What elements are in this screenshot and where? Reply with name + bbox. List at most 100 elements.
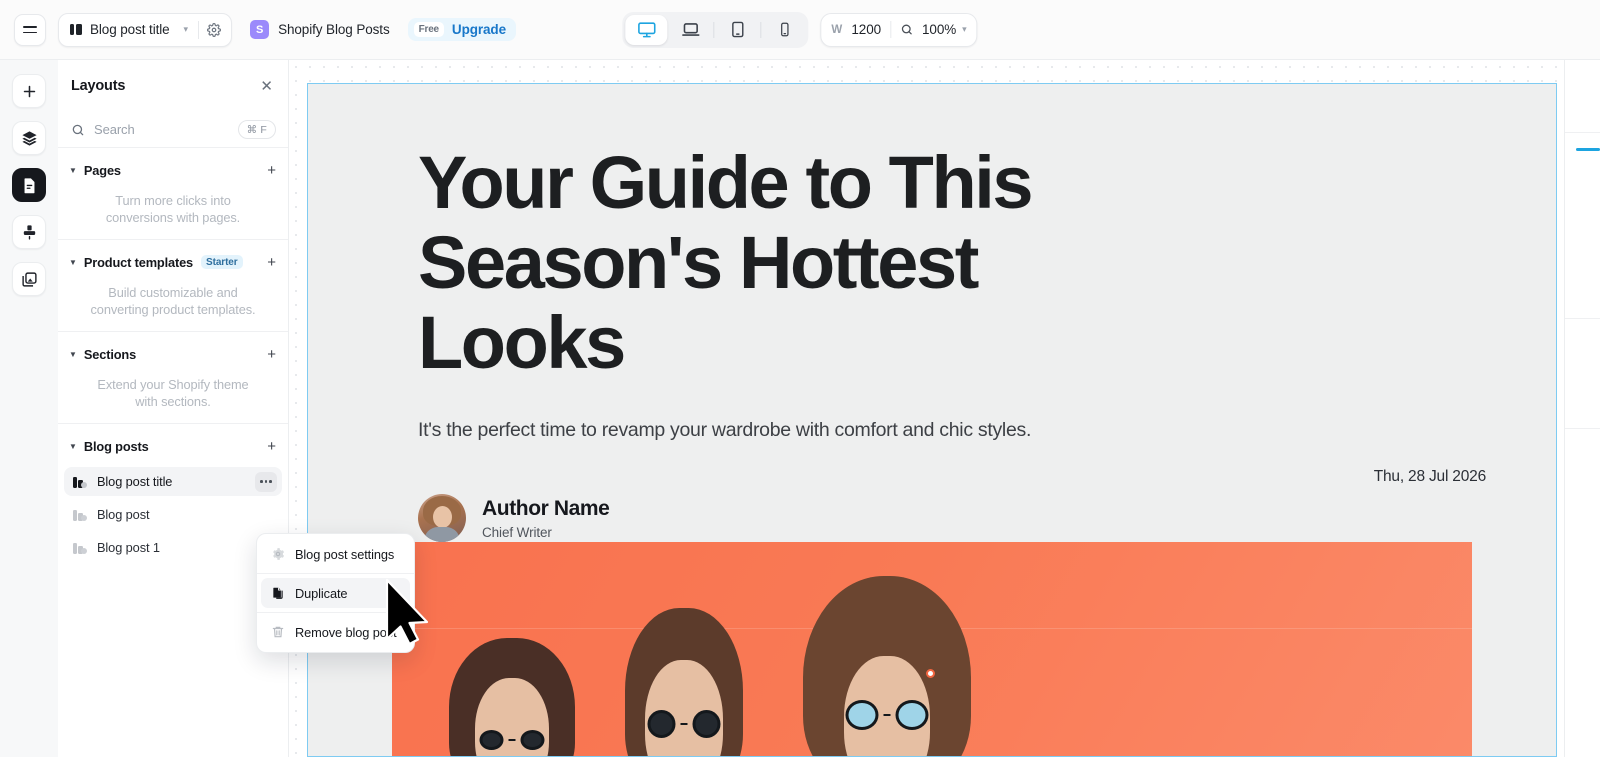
context-menu-item-settings[interactable]: Blog post settings: [261, 539, 410, 569]
top-bar: Blog post title ▾ S Shopify Blog Posts F…: [0, 0, 1600, 60]
section-title: Product templates: [83, 254, 194, 270]
page-picker[interactable]: Blog post title ▾: [58, 12, 233, 47]
section-header[interactable]: ▼ Blog posts +: [58, 433, 288, 459]
blog-post-icon: [73, 508, 87, 521]
list-item-blog-post[interactable]: Blog post: [64, 500, 282, 529]
rail-item-pages[interactable]: [12, 168, 46, 202]
post-title[interactable]: Your Guide to This Season's Hottest Look…: [418, 143, 1178, 383]
rail-item-theme[interactable]: [12, 215, 46, 249]
add-blog-post-button[interactable]: +: [267, 439, 276, 454]
section-blog-posts: ▼ Blog posts + Blog post title Blog post…: [58, 424, 288, 575]
section-empty-text: Build customizable and converting produc…: [90, 285, 256, 317]
divider: [257, 573, 414, 574]
list-item-label: Blog post 1: [97, 540, 160, 555]
layouts-panel: Layouts ✕ Search ⌘ F ▼ Pages + Turn more…: [58, 60, 289, 757]
device-switcher: [622, 11, 809, 48]
blog-post-icon: [73, 475, 87, 488]
post-subtitle[interactable]: It's the perfect time to revamp your war…: [418, 419, 1486, 442]
mobile-icon: [780, 22, 789, 37]
section-header[interactable]: ▼ Pages +: [58, 157, 288, 183]
section-product-templates: ▼ Product templates Starter + Build cust…: [58, 240, 288, 332]
canvas-area[interactable]: Your Guide to This Season's Hottest Look…: [289, 60, 1600, 757]
chevron-down-icon[interactable]: ▾: [962, 24, 967, 35]
status-badge: Starter: [201, 255, 243, 269]
blog-post-icon: [73, 541, 87, 554]
divider: [713, 21, 715, 38]
section-pages: ▼ Pages + Turn more clicks into conversi…: [58, 148, 288, 240]
section-header[interactable]: ▼ Product templates Starter +: [58, 249, 288, 275]
plan-badge: Free: [413, 22, 444, 37]
rail-item-layers[interactable]: [12, 121, 46, 155]
search-input[interactable]: Search: [94, 122, 229, 137]
context-menu-item-duplicate[interactable]: Duplicate: [261, 578, 410, 608]
page-picker-label: Blog post title: [90, 22, 170, 37]
add-section-button[interactable]: +: [267, 347, 276, 362]
chevron-down-icon[interactable]: ▼: [69, 350, 77, 359]
author-name: Author Name: [482, 496, 610, 520]
section-title: Blog posts: [83, 438, 149, 454]
device-desktop-button[interactable]: [625, 14, 668, 45]
author-role: Chief Writer: [482, 524, 552, 540]
rail-item-add[interactable]: [12, 74, 46, 108]
context-menu-item-label: Remove blog post: [295, 624, 397, 640]
section-title: Pages: [83, 162, 121, 178]
chevron-down-icon[interactable]: ▼: [69, 166, 77, 175]
search-icon: [72, 124, 84, 135]
author-block[interactable]: Author Name Chief Writer: [418, 494, 1486, 542]
context-menu-item-label: Blog post settings: [295, 546, 395, 562]
chevron-down-icon[interactable]: ▼: [69, 442, 77, 451]
viewport-width-label: W: [831, 23, 843, 36]
blog-post-context-menu: Blog post settings Duplicate Remove blog…: [256, 533, 415, 653]
device-tablet-button[interactable]: [716, 15, 758, 45]
divider: [890, 21, 892, 38]
chevron-down-icon[interactable]: ▼: [69, 258, 77, 267]
context-menu-item-label: Duplicate: [295, 585, 348, 601]
hero-image[interactable]: [392, 542, 1472, 756]
device-mobile-button[interactable]: [763, 15, 805, 45]
add-product-template-button[interactable]: +: [267, 255, 276, 270]
layers-icon: [21, 130, 37, 146]
search-row[interactable]: Search ⌘ F: [58, 112, 288, 148]
menu-toggle-button[interactable]: [14, 13, 46, 46]
brush-icon: [23, 224, 35, 240]
section-empty-text: Extend your Shopify theme with sections.: [97, 377, 249, 409]
divider: [257, 612, 414, 613]
chevron-down-icon[interactable]: ▾: [184, 24, 189, 35]
viewport-width-value[interactable]: 1200: [851, 22, 881, 37]
trash-icon: [272, 626, 284, 638]
rail-item-media[interactable]: [12, 262, 46, 296]
close-icon[interactable]: ✕: [260, 79, 273, 94]
zoom-level-value[interactable]: 100%: [922, 22, 956, 37]
images-icon: [21, 271, 37, 287]
document-icon: [24, 177, 34, 193]
upgrade-link[interactable]: Upgrade: [452, 22, 506, 37]
page-settings-button[interactable]: [199, 15, 229, 45]
post-date[interactable]: Thu, 28 Jul 2026: [1374, 468, 1486, 486]
upgrade-banner[interactable]: Free Upgrade: [407, 18, 516, 41]
page-preview-frame[interactable]: Your Guide to This Season's Hottest Look…: [307, 83, 1557, 757]
context-menu-item-remove[interactable]: Remove blog post: [261, 617, 410, 647]
list-item-blog-post-1[interactable]: Blog post 1: [64, 533, 282, 562]
right-panel-strip[interactable]: [1564, 60, 1600, 757]
gear-icon: [273, 548, 285, 560]
panel-header: Layouts ✕: [58, 60, 288, 112]
list-item-blog-post-title[interactable]: Blog post title: [64, 467, 282, 496]
divider: [760, 21, 762, 38]
viewport-controls: W 1200 100% ▾: [820, 12, 978, 47]
magnifier-icon: [901, 24, 912, 35]
list-item-label: Blog post: [97, 507, 150, 522]
section-header[interactable]: ▼ Sections +: [58, 341, 288, 367]
laptop-icon: [681, 23, 700, 36]
device-laptop-button[interactable]: [669, 15, 711, 45]
plus-icon: [23, 85, 35, 97]
more-options-button[interactable]: [255, 471, 277, 492]
add-page-button[interactable]: +: [267, 163, 276, 178]
app-avatar: S: [250, 20, 270, 39]
selection-handle[interactable]: [926, 669, 935, 678]
gear-icon: [207, 22, 222, 37]
section-title: Sections: [83, 346, 137, 362]
hamburger-icon: [23, 25, 37, 34]
list-item-label: Blog post title: [97, 474, 173, 489]
left-icon-rail: [0, 60, 58, 757]
app-chip: S Shopify Blog Posts: [250, 20, 390, 39]
